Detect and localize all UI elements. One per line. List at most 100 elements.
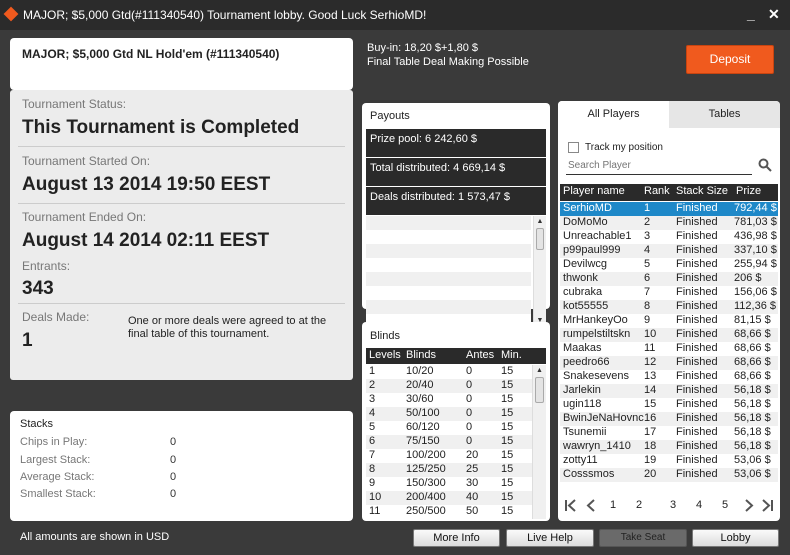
player-row[interactable]: thwonk 6 Finished 206 $ xyxy=(560,272,778,286)
chips-in-play-label: Chips in Play: xyxy=(20,436,88,448)
player-cell: 20 xyxy=(644,468,657,480)
player-row[interactable]: Tsunemii 17 Finished 56,18 $ xyxy=(560,426,778,440)
live-help-button[interactable]: Live Help xyxy=(506,529,594,547)
player-row[interactable]: p99paul999 4 Finished 337,10 $ xyxy=(560,244,778,258)
minimize-button[interactable]: _ xyxy=(747,7,755,21)
blinds-cell: 5 xyxy=(369,421,376,433)
tab-all-players[interactable]: All Players xyxy=(558,101,669,128)
pagination: 1 2 3 4 5 xyxy=(564,498,774,514)
payouts-panel: Payouts Prize pool: 6 242,60 $ Total dis… xyxy=(362,103,550,326)
buyin-text: Buy-in: 18,20 $+1,80 $ xyxy=(367,42,478,54)
blinds-cell: 15 xyxy=(501,407,514,419)
page-3[interactable]: 3 xyxy=(670,499,676,511)
player-row[interactable]: Unreachable1 3 Finished 436,98 $ xyxy=(560,230,778,244)
scroll-up-icon[interactable]: ▲ xyxy=(534,218,546,225)
close-button[interactable]: ✕ xyxy=(768,7,780,21)
blinds-cell: 0 xyxy=(466,421,473,433)
tab-tables[interactable]: Tables xyxy=(669,101,780,128)
player-row[interactable]: peedro66 12 Finished 68,66 $ xyxy=(560,356,778,370)
deals-label: Deals Made: xyxy=(22,310,90,324)
search-icon[interactable] xyxy=(758,158,772,172)
player-row[interactable]: rumpelstiltskn 10 Finished 68,66 $ xyxy=(560,328,778,342)
deals-distributed: Deals distributed: 1 573,47 $ xyxy=(370,191,511,203)
blinds-scrollbar[interactable]: ▲ xyxy=(532,365,546,519)
player-row[interactable]: Jarlekin 14 Finished 56,18 $ xyxy=(560,384,778,398)
page-5[interactable]: 5 xyxy=(722,499,728,511)
divider xyxy=(18,303,345,304)
player-cell: 53,06 $ xyxy=(734,468,771,480)
track-position-checkbox[interactable] xyxy=(568,142,579,153)
tournament-name-panel: MAJOR; $5,000 Gtd NL Hold'em (#111340540… xyxy=(10,38,353,90)
player-row[interactable]: Devilwcg 5 Finished 255,94 $ xyxy=(560,258,778,272)
player-row[interactable]: Cosssmos 20 Finished 53,06 $ xyxy=(560,468,778,482)
page-2[interactable]: 2 xyxy=(636,499,642,511)
blinds-cell: 15 xyxy=(501,421,514,433)
started-value: August 13 2014 19:50 EEST xyxy=(22,174,271,195)
player-cell: Tsunemii xyxy=(563,426,607,438)
next-page-icon[interactable] xyxy=(744,499,754,512)
deals-distributed-row: Deals distributed: 1 573,47 $ xyxy=(366,187,546,215)
player-row[interactable]: BwinJeNaHovnc 16 Finished 56,18 $ xyxy=(560,412,778,426)
player-row[interactable]: SerhioMD 1 Finished 792,44 $ xyxy=(560,202,778,216)
prev-page-icon[interactable] xyxy=(586,499,596,512)
player-cell: Devilwcg xyxy=(563,258,608,270)
deposit-button[interactable]: Deposit xyxy=(686,45,774,74)
player-cell: 16 xyxy=(644,412,657,424)
player-row[interactable]: ugin118 15 Finished 56,18 $ xyxy=(560,398,778,412)
player-cell: Finished xyxy=(676,412,718,424)
blinds-cell: 25 xyxy=(466,463,479,475)
player-row[interactable]: zotty11 19 Finished 53,06 $ xyxy=(560,454,778,468)
first-page-icon[interactable] xyxy=(564,499,578,512)
player-cell: Finished xyxy=(676,230,718,242)
player-cell: Finished xyxy=(676,468,718,480)
window-title: MAJOR; $5,000 Gtd(#111340540) Tournament… xyxy=(23,8,427,22)
page-1[interactable]: 1 xyxy=(610,499,616,511)
player-row[interactable]: cubraka 7 Finished 156,06 $ xyxy=(560,286,778,300)
scroll-up-icon[interactable]: ▲ xyxy=(533,367,546,374)
page-4[interactable]: 4 xyxy=(696,499,702,511)
lobby-button[interactable]: Lobby xyxy=(692,529,779,547)
blinds-cell: 8 xyxy=(369,463,376,475)
blinds-cell: 15 xyxy=(501,463,514,475)
ended-value: August 14 2014 02:11 EEST xyxy=(22,230,270,251)
tournament-name: MAJOR; $5,000 Gtd NL Hold'em (#111340540… xyxy=(22,47,280,61)
blinds-title: Blinds xyxy=(370,330,400,342)
largest-stack-label: Largest Stack: xyxy=(20,454,91,466)
player-row[interactable]: MrHankeyOo 9 Finished 81,15 $ xyxy=(560,314,778,328)
players-panel: All Players Tables Track my position Pla… xyxy=(558,101,780,521)
ended-label: Tournament Ended On: xyxy=(22,210,147,224)
more-info-button[interactable]: More Info xyxy=(413,529,500,547)
player-cell: Finished xyxy=(676,342,718,354)
scroll-thumb[interactable] xyxy=(536,228,544,250)
player-cell: 19 xyxy=(644,454,657,466)
stacks-panel: Stacks Chips in Play: 0 Largest Stack: 0… xyxy=(10,411,353,521)
smallest-stack-label: Smallest Stack: xyxy=(20,488,96,500)
blinds-cell: 250/500 xyxy=(406,505,446,517)
search-player-input[interactable] xyxy=(566,157,752,175)
blinds-row: 9 150/300 30 15 xyxy=(366,477,532,491)
player-cell: 14 xyxy=(644,384,657,396)
blinds-cell: 0 xyxy=(466,379,473,391)
col-min: Min. xyxy=(501,349,522,361)
player-cell: Unreachable1 xyxy=(563,230,632,242)
blinds-cell: 20/40 xyxy=(406,379,434,391)
average-stack-value: 0 xyxy=(170,471,177,483)
player-row[interactable]: kot55555 8 Finished 112,36 $ xyxy=(560,300,778,314)
player-row[interactable]: Snakesevens 13 Finished 68,66 $ xyxy=(560,370,778,384)
player-row[interactable]: DoMoMo 2 Finished 781,03 $ xyxy=(560,216,778,230)
player-cell: Finished xyxy=(676,454,718,466)
col-player-name: Player name xyxy=(563,185,625,197)
track-position-label: Track my position xyxy=(585,142,663,153)
player-cell: Finished xyxy=(676,384,718,396)
col-blinds: Blinds xyxy=(406,349,436,361)
scroll-thumb[interactable] xyxy=(535,377,544,403)
take-seat-button[interactable]: Take Seat xyxy=(599,529,687,547)
player-row[interactable]: Maakas 11 Finished 68,66 $ xyxy=(560,342,778,356)
player-cell: Finished xyxy=(676,328,718,340)
last-page-icon[interactable] xyxy=(760,499,774,512)
payouts-title: Payouts xyxy=(370,110,410,122)
blinds-cell: 3 xyxy=(369,393,376,405)
final-table-note: Final Table Deal Making Possible xyxy=(367,56,529,68)
player-row[interactable]: wawryn_1410 18 Finished 56,18 $ xyxy=(560,440,778,454)
payouts-scrollbar[interactable]: ▲ ▼ xyxy=(533,216,546,326)
